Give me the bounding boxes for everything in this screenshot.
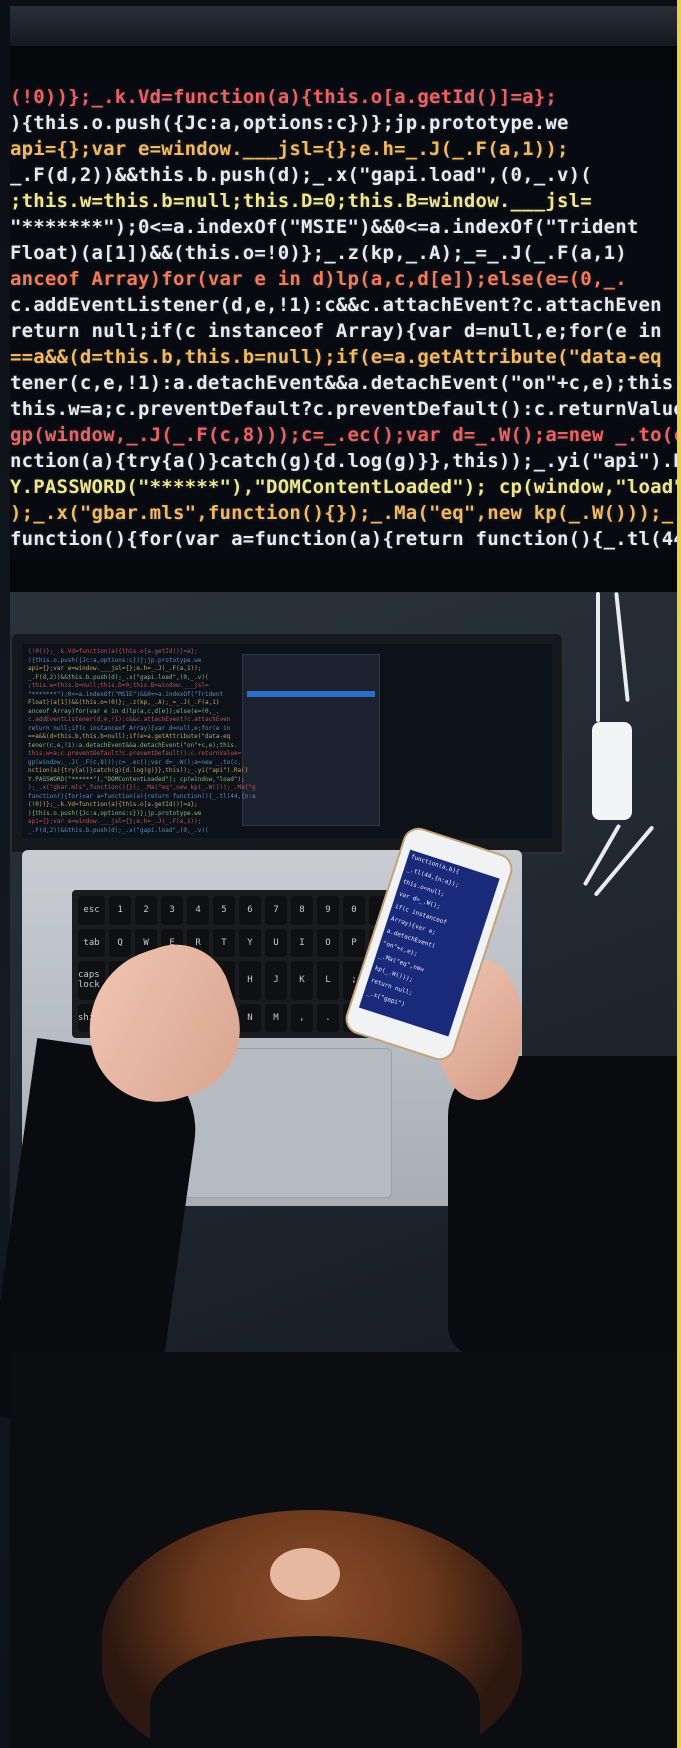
laptop-code-line: ){this.o.push({Jc:a,options:c})};jp.prot… <box>28 809 202 817</box>
laptop-screen: (!0))};_.k.Vd=function(a){this.o[a.getId… <box>22 644 552 838</box>
monitor-code-line: Y.PASSWORD("******"),"DOMContentLoaded")… <box>10 476 678 498</box>
keyboard-key: 3 <box>161 896 184 925</box>
keyboard-key: 6 <box>239 896 261 925</box>
laptop-code-line: ){this.o.push({Jc:a,options:c})};jp.prot… <box>28 656 202 664</box>
laptop-code-line: (!0))};_.k.Vd=function(a){this.o[a.getId… <box>28 648 198 655</box>
monitor-code-line: (!0))};_.k.Vd=function(a){this.o[a.getId… <box>10 86 558 108</box>
monitor-code-line: tener(c,e,!1):a.detachEvent&&a.detachEve… <box>10 372 678 394</box>
right-sleeve <box>448 1056 678 1356</box>
monitor-code-line: nction(a){try{a()}catch(g){d.log(g)}},th… <box>10 450 678 472</box>
keyboard-key: esc <box>78 896 106 925</box>
laptop-code-line: tener(c,e,!1):a.detachEvent&&a.detachEve… <box>28 741 238 749</box>
keyboard-key: , <box>290 1003 313 1032</box>
laptop-code-line: anceof Array)for(var e in d)lp(a,c,d[e])… <box>28 707 220 715</box>
keyboard-key: . <box>316 1003 339 1032</box>
laptop-code-line: api={};var e=window.___jsl={};e.h=_.J(_.… <box>28 665 202 672</box>
keyboard-key: L <box>316 961 339 1000</box>
keyboard-key: 2 <box>135 896 158 925</box>
monitor-code-line: this.w=a;c.preventDefault?c.preventDefau… <box>10 398 678 420</box>
monitor-code-line: function(){for(var a=function(a){return … <box>10 528 678 550</box>
laptop-code-line: (!0))};_.k.Vd=function(a){this.o[a.getId… <box>28 801 198 808</box>
monitor-code-line: Float)(a[1])&&(this.o=!0)};_.z(kp,_.A);_… <box>10 242 627 264</box>
monitor-code-line: anceof Array)for(var e in d)lp(a,c,d[e])… <box>10 268 627 290</box>
laptop-lid: (!0))};_.k.Vd=function(a){this.o[a.getId… <box>10 632 564 854</box>
laptop-code-line: ==a&&(d=this.b,this.b=null);if(e=a.getAt… <box>28 733 231 740</box>
laptop-code-line: Float)(a[1])&&(this.o=!0)};_.z(kp,_.A);_… <box>28 699 220 706</box>
keyboard-key: N <box>239 1003 261 1032</box>
monitor-code-line: ;this.w=this.b=null;this.D=0;this.B=wind… <box>10 190 592 212</box>
keyboard-key: 7 <box>264 896 287 925</box>
keyboard-key: 4 <box>187 896 210 925</box>
laptop-code-line: "*******");0<=a.indexOf("MSIE")&&0<=a.in… <box>28 690 224 698</box>
laptop-code-line: c.addEventListener(d,e,!1):c&&c.attachEv… <box>28 716 231 723</box>
laptop-file-panel <box>242 654 380 826</box>
laptop-code-line: api={};var e=window.___jsl={};e.h=_.J(_.… <box>28 818 202 825</box>
monitor-code-line: ){this.o.push({Jc:a,options:c})};jp.prot… <box>10 112 569 134</box>
usb-adapter <box>592 722 632 820</box>
keyboard-key: H <box>239 961 261 1000</box>
desktop-monitor: (!0))};_.k.Vd=function(a){this.o[a.getId… <box>10 6 678 638</box>
monitor-code-line: return null;if(c instanceof Array){var d… <box>10 320 662 342</box>
keyboard-key: Q <box>109 928 132 957</box>
laptop-code-line: this.w=a;c.preventDefault?c.preventDefau… <box>28 750 242 757</box>
monitor-code-line: gp(window,_.J(_.F(c,8)));c=_.ec();var d=… <box>10 424 678 446</box>
laptop-code-line: _.F(d,2))&&this.b.push(d);_.x("gapi.load… <box>28 673 209 681</box>
laptop-code-line: _.F(d,2))&&this.b.push(d);_.x("gapi.load… <box>28 826 209 834</box>
laptop-code-line: return null;if(c instanceof Array){var d… <box>28 724 231 732</box>
keyboard-key: 1 <box>109 896 132 925</box>
laptop-code-line: );_.x("gbar.mls",function(){});_.Ma("eq"… <box>28 784 256 791</box>
keyboard-key: U <box>264 928 287 957</box>
person-nose <box>270 1548 340 1600</box>
keyboard-key: 8 <box>290 896 313 925</box>
keyboard-key: J <box>264 961 287 1000</box>
keyboard-key: Y <box>239 928 261 957</box>
monitor-bezel <box>10 6 678 46</box>
keyboard-key: 0 <box>342 896 365 925</box>
keyboard-key: tab <box>78 928 106 957</box>
cable <box>596 592 600 722</box>
laptop-code-line: ;this.w=this.b=null;this.D=0;this.B=wind… <box>28 682 209 689</box>
keyboard-key: 9 <box>316 896 339 925</box>
monitor-code-line: "*******");0<=a.indexOf("MSIE")&&0<=a.in… <box>10 216 639 238</box>
laptop-code-line: function(){for(var a=function(a){return … <box>28 792 256 800</box>
keyboard-key: I <box>290 928 313 957</box>
laptop-selected-row <box>247 691 375 697</box>
monitor-code-line: api={};var e=window.___jsl={};e.h=_.J(_.… <box>10 138 569 160</box>
keyboard-key: P <box>342 928 365 957</box>
edge-strip <box>677 0 681 1748</box>
laptop-code-line: Y.PASSWORD("******"),"DOMContentLoaded")… <box>28 775 245 783</box>
keyboard-key: 5 <box>213 896 235 925</box>
monitor-code-line: c.addEventListener(d,e,!1):c&&c.attachEv… <box>10 294 662 316</box>
laptop-code-line: gp(window,_.J(_.F(c,8)));c=_.ec();var d=… <box>28 758 242 766</box>
monitor-screen: (!0))};_.k.Vd=function(a){this.o[a.getId… <box>10 80 678 560</box>
keyboard-key: T <box>213 928 235 957</box>
laptop-code-line: nction(a){try{a()}catch(g){d.log(g)}},th… <box>28 767 249 774</box>
monitor-code-line: );_.x("gbar.mls",function(){});_.Ma("eq"… <box>10 502 678 524</box>
photo-scene: (!0))};_.k.Vd=function(a){this.o[a.getId… <box>0 0 681 1748</box>
keyboard-key: O <box>316 928 339 957</box>
keyboard-key: K <box>290 961 313 1000</box>
keyboard-key: M <box>264 1003 287 1032</box>
monitor-code-line: ==a&&(d=this.b,this.b=null);if(e=a.getAt… <box>10 346 662 368</box>
monitor-code-line: _.F(d,2))&&this.b.push(d);_.x("gapi.load… <box>10 164 592 186</box>
